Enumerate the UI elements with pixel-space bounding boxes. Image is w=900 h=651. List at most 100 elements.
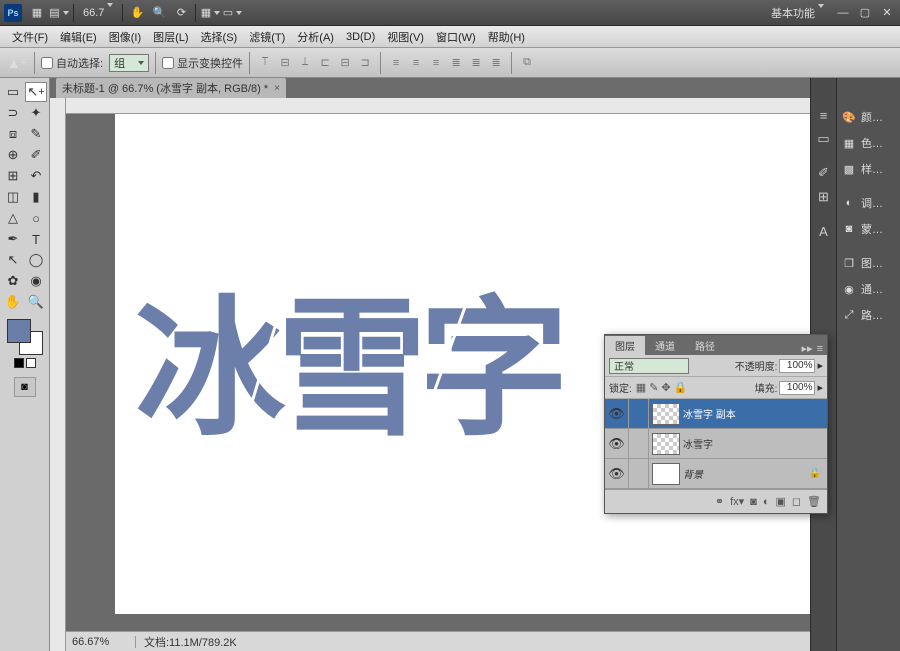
zoom-tool[interactable]: 🔍 [25,292,47,312]
menu-filter[interactable]: 滤镜(T) [243,27,291,47]
arrange-docs-icon[interactable]: ▦ [200,3,220,23]
vertical-ruler[interactable] [50,98,66,651]
horizontal-ruler[interactable] [66,98,884,114]
lock-transparent-icon[interactable]: ▦ [636,381,646,394]
dist-3-icon[interactable]: ≡ [427,54,445,72]
wand-tool[interactable]: ✦ [25,103,47,123]
opacity-flyout-icon[interactable]: ▸ [817,359,823,372]
menu-window[interactable]: 窗口(W) [430,27,482,47]
dock-paths[interactable]: ⤢路… [837,302,900,328]
menu-select[interactable]: 选择(S) [195,27,244,47]
bridge-icon[interactable]: ▦ [27,3,47,23]
layer-row[interactable]: 👁 背景 🔒 [605,459,827,489]
zoom-display[interactable]: 66.7 [77,7,119,19]
brush-tool[interactable]: ✐ [25,145,47,165]
layer-thumbnail[interactable] [652,463,680,485]
hand-tool-icon[interactable]: ✋ [127,3,147,23]
blend-mode-select[interactable]: 正常 [609,358,689,374]
menu-view[interactable]: 视图(V) [381,27,430,47]
align-top-icon[interactable]: ⟙ [256,54,274,72]
status-zoom[interactable]: 66.67% [66,636,136,648]
blur-tool[interactable]: △ [2,208,24,228]
adjustment-layer-icon[interactable]: ◐ [763,496,770,508]
paths-tab[interactable]: 路径 [685,336,725,355]
dock-masks[interactable]: ◙蒙… [837,216,900,242]
marquee-tool[interactable]: ▭ [2,82,24,102]
dock-swatches[interactable]: ▦色… [837,130,900,156]
layer-row[interactable]: 👁 冰雪字 [605,429,827,459]
align-left-icon[interactable]: ⊏ [316,54,334,72]
channels-tab[interactable]: 通道 [645,336,685,355]
dist-4-icon[interactable]: ≣ [447,54,465,72]
status-doc-size[interactable]: 文档:11.1M/789.2K [136,634,245,650]
dist-2-icon[interactable]: ≡ [407,54,425,72]
rotate-view-icon[interactable]: ⟳ [171,3,191,23]
character-panel-icon[interactable]: A [813,220,835,242]
show-transform-checkbox[interactable]: 显示变换控件 [162,55,243,71]
dock-channels[interactable]: ◉通… [837,276,900,302]
eraser-tool[interactable]: ◫ [2,187,24,207]
layers-panel[interactable]: 图层 通道 路径 ▸▸≡ 正常 不透明度: 100% ▸ 锁定: ▦ ✎ ✥ 🔒… [604,334,828,514]
auto-select-checkbox[interactable]: 自动选择: [41,55,103,71]
menu-help[interactable]: 帮助(H) [482,27,531,47]
align-hcenter-icon[interactable]: ⊟ [336,54,354,72]
hand-tool[interactable]: ✋ [2,292,24,312]
layer-name[interactable]: 冰雪字 副本 [683,406,827,421]
shape-tool[interactable]: ◯ [25,250,47,270]
fill-flyout-icon[interactable]: ▸ [817,381,823,394]
dist-1-icon[interactable]: ≡ [387,54,405,72]
mini-bridge-icon[interactable]: ▤ [49,3,69,23]
3d-tool[interactable]: ✿ [2,271,24,291]
auto-align-icon[interactable]: ⧉ [518,54,536,72]
path-select-tool[interactable]: ↖ [2,250,24,270]
visibility-toggle-icon[interactable]: 👁 [605,399,629,428]
panel-collapse-icon[interactable]: ▸▸ [802,342,813,355]
menu-edit[interactable]: 编辑(E) [54,27,103,47]
dock-layers[interactable]: ❒图… [837,250,900,276]
lock-pixels-icon[interactable]: ✎ [649,381,658,394]
auto-select-target[interactable]: 组 [109,54,149,72]
layer-name[interactable]: 背景 [683,466,809,481]
visibility-toggle-icon[interactable]: 👁 [605,429,629,458]
layer-group-icon[interactable]: ▣ [775,495,785,508]
quick-mask-button[interactable]: ◙ [14,377,36,397]
menu-file[interactable]: 文件(F) [6,27,54,47]
menu-analysis[interactable]: 分析(A) [291,27,340,47]
lock-position-icon[interactable]: ✥ [661,381,670,394]
dock-styles[interactable]: ▩样… [837,156,900,182]
heal-tool[interactable]: ⊕ [2,145,24,165]
link-cell[interactable] [629,459,649,488]
dock-adjustments[interactable]: ◐调… [837,190,900,216]
minimize-button[interactable]: — [834,7,852,19]
align-bottom-icon[interactable]: ⟘ [296,54,314,72]
new-layer-icon[interactable]: ◻ [792,495,801,508]
workspace-switcher[interactable]: 基本功能 [765,3,830,23]
link-cell[interactable] [629,429,649,458]
dist-5-icon[interactable]: ≣ [467,54,485,72]
menu-image[interactable]: 图像(I) [103,27,147,47]
fill-input[interactable]: 100% [779,381,815,395]
lasso-tool[interactable]: ⊃ [2,103,24,123]
dist-6-icon[interactable]: ≣ [487,54,505,72]
move-tool[interactable]: ↖+ [25,82,47,102]
layer-fx-icon[interactable]: fx▾ [730,495,744,508]
clone-panel-icon[interactable]: ⊞ [813,186,835,208]
opacity-input[interactable]: 100% [779,359,815,373]
layer-name[interactable]: 冰雪字 [683,436,827,451]
history-panel-icon[interactable]: ≡ [813,104,835,126]
align-vcenter-icon[interactable]: ⊟ [276,54,294,72]
foreground-color-swatch[interactable] [7,319,31,343]
menu-layer[interactable]: 图层(L) [147,27,194,47]
document-tab[interactable]: 未标题-1 @ 66.7% (冰雪字 副本, RGB/8) *× [56,78,286,98]
swap-colors-icon[interactable] [26,358,36,368]
tab-close-icon[interactable]: × [274,83,280,94]
panel-menu-icon[interactable]: ≡ [817,343,823,355]
camera-tool[interactable]: ◉ [25,271,47,291]
lock-all-icon[interactable]: 🔒 [674,381,688,394]
brush-panel-icon[interactable]: ✐ [813,162,835,184]
delete-layer-icon[interactable]: 🗑 [807,495,821,508]
visibility-toggle-icon[interactable]: 👁 [605,459,629,488]
dock-color[interactable]: 🎨颜… [837,104,900,130]
align-right-icon[interactable]: ⊐ [356,54,374,72]
link-cell[interactable] [629,399,649,428]
